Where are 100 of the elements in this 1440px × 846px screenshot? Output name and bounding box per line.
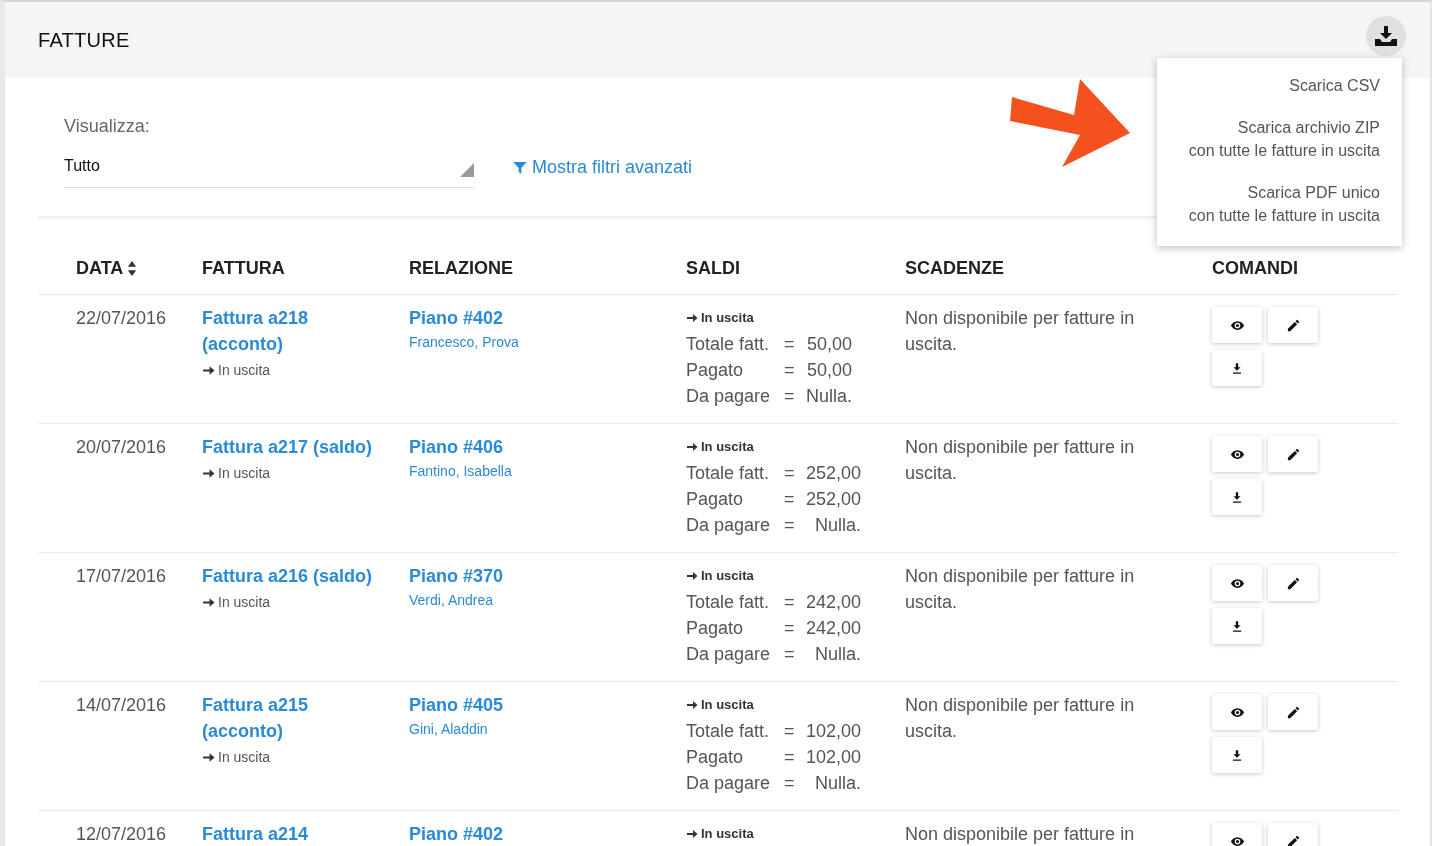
pencil-icon (1285, 446, 1301, 462)
balance-value: 242,00 (806, 591, 862, 614)
date-text: 12/07/2016 (76, 823, 168, 846)
edit-button[interactable] (1268, 436, 1318, 472)
direction-text: In uscita (218, 464, 271, 483)
balance-value: Nulla. (814, 514, 862, 537)
invoice-link[interactable]: Fattura a215 (acconto) (202, 692, 391, 744)
download-icon (1230, 747, 1244, 763)
download-icon (1230, 489, 1244, 505)
balance-label: Totale fatt. (686, 333, 771, 356)
date-text: 14/07/2016 (76, 694, 168, 717)
date-text: 17/07/2016 (76, 565, 168, 588)
pencil-icon (1285, 575, 1301, 591)
arrow-icon (686, 312, 698, 324)
relation-link[interactable]: Piano #370 (409, 563, 686, 589)
balance-value: 252,00 (806, 488, 862, 511)
download-icon (1230, 360, 1244, 376)
balance-label: Da pagare (686, 643, 772, 666)
advanced-filters-link[interactable]: Mostra filtri avanzati (512, 157, 693, 178)
direction-text: In uscita (218, 593, 271, 612)
balance-value: Nulla. (806, 385, 853, 408)
balance-label: Da pagare (686, 385, 772, 408)
equals-sign: = (784, 359, 796, 382)
balance-label: Pagato (686, 746, 745, 769)
balance-value: 252,00 (806, 462, 862, 485)
download-icon (1374, 24, 1398, 48)
pencil-icon (1285, 833, 1301, 846)
download-button[interactable] (1366, 16, 1406, 56)
edit-button[interactable] (1268, 307, 1318, 343)
client-link[interactable]: Gini, Aladdin (409, 718, 686, 740)
menu-item[interactable]: Scarica PDF unico con tutte le fatture in uscita (1157, 173, 1402, 238)
direction-text: In uscita (701, 825, 754, 843)
download-icon (1230, 618, 1244, 634)
arrow-icon (686, 828, 698, 840)
invoice-link[interactable]: Fattura a217 (saldo) (202, 434, 391, 460)
equals-sign: = (784, 746, 796, 769)
balance-value: 242,00 (806, 617, 862, 640)
equals-sign: = (784, 333, 796, 356)
deadline-text: Non disponibile per fatture in uscita. (905, 436, 1136, 485)
relation-link[interactable]: Piano #405 (409, 692, 686, 718)
arrow-icon (686, 441, 698, 453)
balance-value: 50,00 (806, 359, 853, 382)
equals-sign: = (784, 591, 796, 614)
column-header: RELAZIONE (409, 258, 514, 280)
view-button[interactable] (1212, 694, 1262, 730)
deadline-text: Non disponibile per fatture in uscita. (905, 565, 1136, 614)
relation-link[interactable]: Piano #402 (409, 821, 686, 846)
date-text: 22/07/2016 (76, 307, 168, 330)
edit-button[interactable] (1268, 694, 1318, 730)
pencil-icon (1285, 704, 1301, 720)
filter-icon (512, 159, 528, 176)
deadline-text: Non disponibile per fatture in uscita. (905, 307, 1136, 356)
balance-label: Da pagare (686, 772, 772, 795)
balance-label: Da pagare (686, 514, 772, 537)
direction-text: In uscita (701, 567, 754, 585)
balance-label: Pagato (686, 617, 745, 640)
deadline-text: Non disponibile per fatture in uscita. (905, 694, 1136, 743)
direction-text: In uscita (701, 696, 754, 714)
view-select[interactable]: Tutto (64, 155, 474, 188)
direction-text: In uscita (218, 361, 271, 380)
direction-text: In uscita (218, 748, 271, 767)
balance-value: 102,00 (806, 720, 862, 743)
date-text: 20/07/2016 (76, 436, 168, 459)
column-header: FATTURA (202, 258, 286, 280)
dropdown-icon (460, 163, 474, 177)
relation-link[interactable]: Piano #406 (409, 434, 686, 460)
equals-sign: = (784, 643, 796, 666)
equals-sign: = (784, 617, 796, 640)
balance-label: Totale fatt. (686, 591, 771, 614)
balance-label: Totale fatt. (686, 462, 771, 485)
balance-value: 102,00 (806, 746, 862, 769)
filter-label: Visualizza: (64, 116, 151, 137)
invoice-link[interactable]: Fattura a214 (202, 821, 391, 846)
balance-value: 50,00 (806, 333, 853, 356)
equals-sign: = (784, 385, 796, 408)
column-header: COMANDI (1212, 258, 1299, 280)
column-header[interactable]: DATA (38, 258, 202, 294)
balance-value: Nulla. (814, 643, 862, 666)
direction-text: In uscita (701, 309, 754, 327)
balance-label: Pagato (686, 359, 745, 382)
page-title: FATTURE (38, 28, 130, 52)
invoice-link[interactable]: Fattura a218 (acconto) (202, 305, 391, 357)
relation-link[interactable]: Piano #402 (409, 305, 686, 331)
menu-item[interactable]: Scarica CSV (1157, 66, 1402, 108)
client-link[interactable]: Verdi, Andrea (409, 589, 686, 611)
client-link[interactable]: Fantino, Isabella (409, 460, 686, 482)
balance-label: Totale fatt. (686, 720, 771, 743)
menu-item[interactable]: Scarica archivio ZIP con tutte le fatture in uscita (1157, 108, 1402, 173)
equals-sign: = (784, 514, 796, 537)
invoice-link[interactable]: Fattura a216 (saldo) (202, 563, 391, 589)
direction-text: In uscita (701, 438, 754, 456)
view-button[interactable] (1212, 436, 1262, 472)
view-button[interactable] (1212, 565, 1262, 601)
column-header: SALDI (686, 258, 741, 280)
equals-sign: = (784, 772, 796, 795)
balance-label: Pagato (686, 488, 745, 511)
pencil-icon (1285, 317, 1301, 333)
edit-button[interactable] (1268, 565, 1318, 601)
view-button[interactable] (1212, 307, 1262, 343)
client-link[interactable]: Francesco, Prova (409, 331, 686, 353)
